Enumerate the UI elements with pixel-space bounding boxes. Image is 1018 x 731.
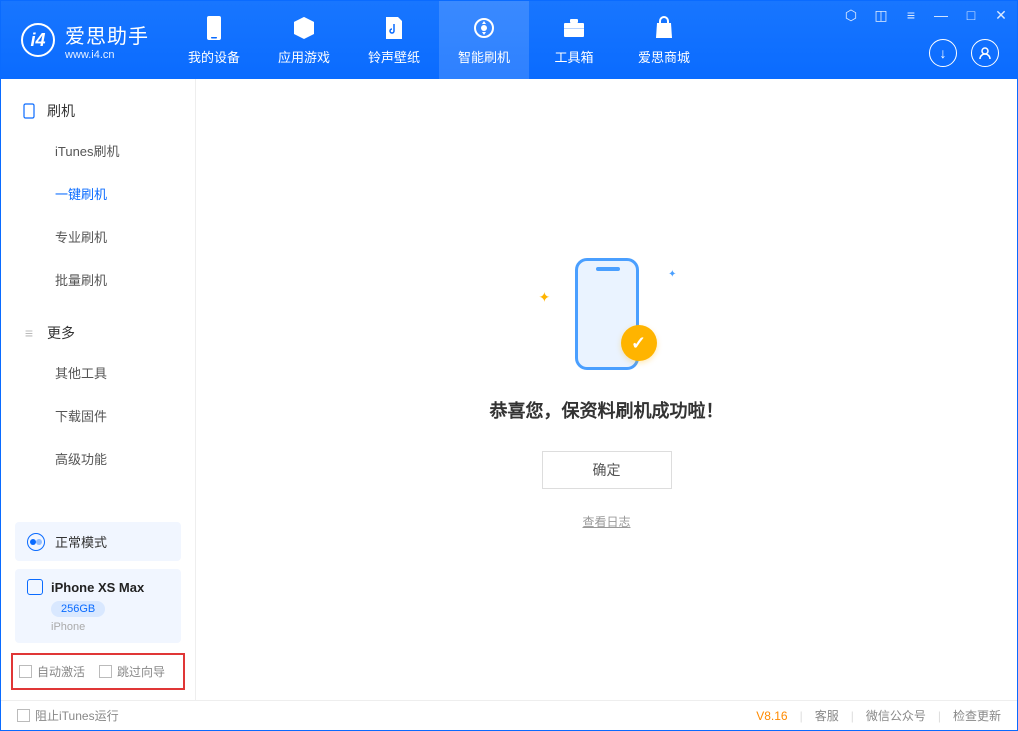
- device-name: iPhone XS Max: [51, 580, 144, 595]
- sidebar-item-itunes-flash[interactable]: iTunes刷机: [1, 129, 195, 172]
- mode-label: 正常模式: [55, 532, 107, 551]
- tab-toolbox[interactable]: 工具箱: [529, 1, 619, 79]
- tab-store[interactable]: 爱思商城: [619, 1, 709, 79]
- sidebar-item-download-fw[interactable]: 下载固件: [1, 394, 195, 437]
- sidebar: 刷机 iTunes刷机 一键刷机 专业刷机 批量刷机 ≡ 更多 其他工具 下载固…: [1, 79, 196, 700]
- tab-apps-games[interactable]: 应用游戏: [259, 1, 349, 79]
- checkbox-auto-activate[interactable]: 自动激活: [19, 663, 85, 680]
- app-header: i4 爱思助手 www.i4.cn 我的设备 应用游戏 铃声壁纸 智能刷机 工具…: [1, 1, 1017, 79]
- checkbox-icon: [17, 709, 30, 722]
- sidebar-item-other-tools[interactable]: 其他工具: [1, 351, 195, 394]
- header-actions: ↓: [929, 39, 999, 67]
- checkbox-icon: [19, 665, 32, 678]
- footer-link-wechat[interactable]: 微信公众号: [866, 707, 926, 724]
- main-content: ✦ ✦ ✓ 恭喜您，保资料刷机成功啦！ 确定 查看日志: [196, 79, 1017, 700]
- logo-icon: i4: [21, 23, 55, 57]
- ok-button[interactable]: 确定: [542, 451, 672, 489]
- cube-icon: [291, 15, 317, 41]
- device-type: iPhone: [51, 621, 169, 633]
- device-icon: [21, 103, 37, 119]
- minimize-button[interactable]: —: [933, 7, 949, 24]
- tab-label: 铃声壁纸: [368, 47, 420, 66]
- success-illustration: ✦ ✦ ✓: [527, 249, 687, 379]
- sidebar-item-advanced[interactable]: 高级功能: [1, 437, 195, 480]
- sparkle-icon: ✦: [668, 269, 676, 280]
- device-storage-badge: 256GB: [51, 601, 105, 617]
- tab-label: 应用游戏: [278, 47, 330, 66]
- tab-label: 工具箱: [554, 47, 593, 66]
- close-button[interactable]: ✕: [993, 7, 1009, 24]
- app-subtitle: www.i4.cn: [65, 49, 149, 61]
- download-icon[interactable]: ↓: [929, 39, 957, 67]
- maximize-button[interactable]: □: [963, 7, 979, 24]
- checkbox-icon: [99, 665, 112, 678]
- more-icon: ≡: [21, 325, 37, 341]
- tab-flash[interactable]: 智能刷机: [439, 1, 529, 79]
- phone-icon: [201, 15, 227, 41]
- nav-tabs: 我的设备 应用游戏 铃声壁纸 智能刷机 工具箱 爱思商城: [169, 1, 709, 79]
- music-file-icon: [381, 15, 407, 41]
- menu-icon[interactable]: ≡: [903, 7, 919, 24]
- options-row-highlighted: 自动激活 跳过向导: [11, 653, 185, 690]
- device-small-icon: [27, 579, 43, 595]
- refresh-gear-icon: [471, 15, 497, 41]
- briefcase-icon: [561, 15, 587, 41]
- mode-icon: [27, 533, 45, 551]
- status-bar: 阻止iTunes运行 V8.16 | 客服 | 微信公众号 | 检查更新: [1, 700, 1017, 730]
- sidebar-item-pro-flash[interactable]: 专业刷机: [1, 215, 195, 258]
- tab-label: 我的设备: [188, 47, 240, 66]
- sidebar-item-batch-flash[interactable]: 批量刷机: [1, 258, 195, 301]
- checkmark-badge-icon: ✓: [621, 325, 657, 361]
- footer-link-update[interactable]: 检查更新: [953, 707, 1001, 724]
- checkbox-skip-guide[interactable]: 跳过向导: [99, 663, 165, 680]
- view-log-link[interactable]: 查看日志: [582, 513, 630, 530]
- feedback-icon[interactable]: ◫: [873, 7, 889, 24]
- tab-my-device[interactable]: 我的设备: [169, 1, 259, 79]
- success-message: 恭喜您，保资料刷机成功啦！: [490, 397, 724, 423]
- device-card[interactable]: iPhone XS Max 256GB iPhone: [15, 569, 181, 643]
- tab-label: 智能刷机: [458, 47, 510, 66]
- tab-label: 爱思商城: [638, 47, 690, 66]
- bag-icon: [651, 15, 677, 41]
- sidebar-section-more: ≡ 更多: [1, 315, 195, 351]
- shirt-icon[interactable]: ⬡: [843, 7, 859, 24]
- logo: i4 爱思助手 www.i4.cn: [1, 20, 169, 61]
- sparkle-icon: ✦: [539, 289, 551, 306]
- app-title: 爱思助手: [65, 20, 149, 49]
- tab-ringtones[interactable]: 铃声壁纸: [349, 1, 439, 79]
- sidebar-section-flash: 刷机: [1, 93, 195, 129]
- version-label: V8.16: [756, 709, 787, 723]
- mode-card[interactable]: 正常模式: [15, 522, 181, 561]
- footer-link-service[interactable]: 客服: [815, 707, 839, 724]
- sidebar-item-oneclick-flash[interactable]: 一键刷机: [1, 172, 195, 215]
- checkbox-block-itunes[interactable]: 阻止iTunes运行: [17, 707, 119, 724]
- window-controls: ⬡ ◫ ≡ — □ ✕: [843, 7, 1009, 24]
- user-icon[interactable]: [971, 39, 999, 67]
